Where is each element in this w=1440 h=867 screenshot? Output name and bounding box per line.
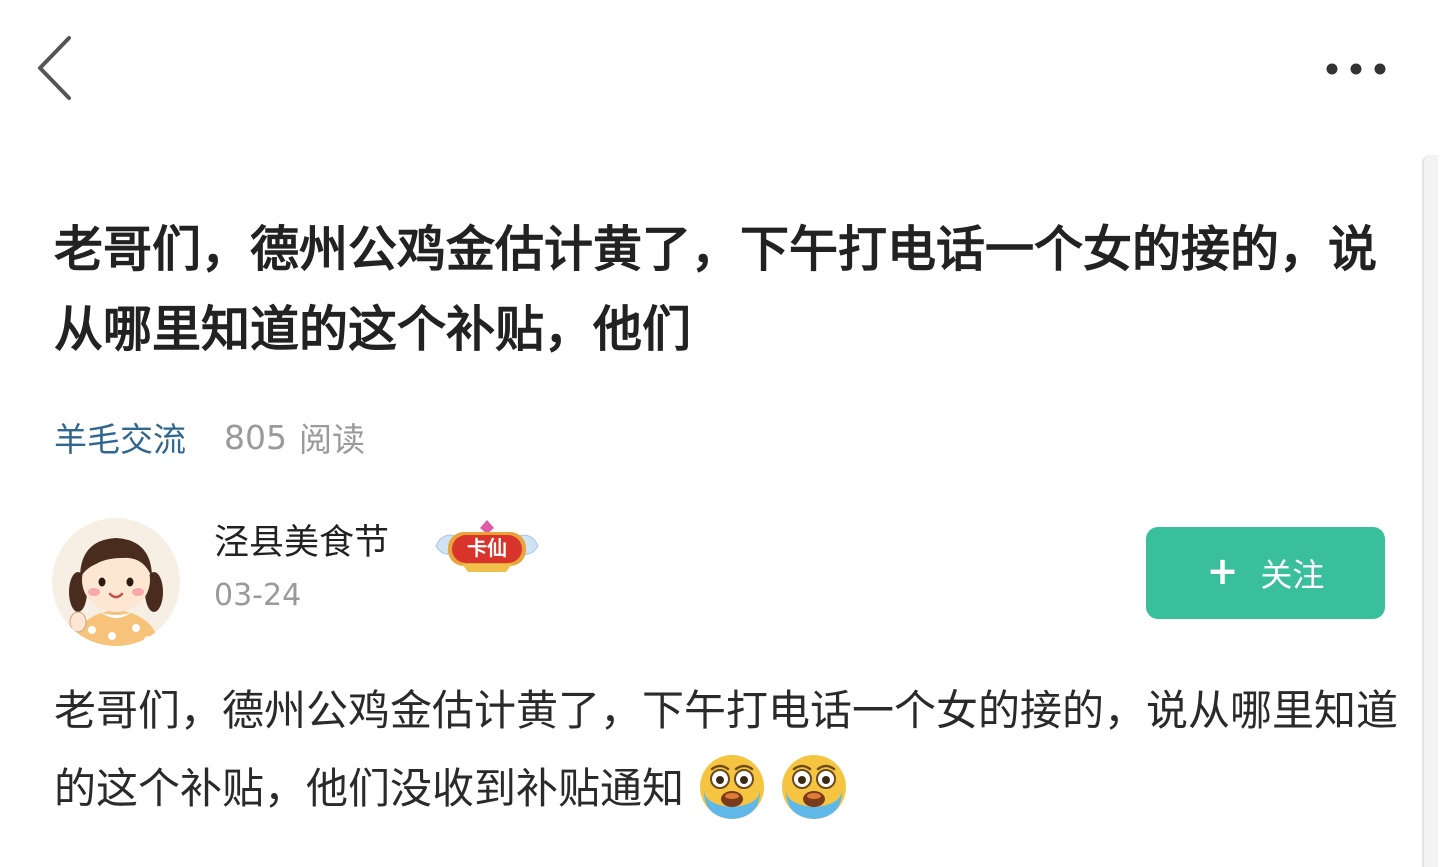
post-title: 老哥们，德州公鸡金估计黄了，下午打电话一个女的接的，说从哪里知道的这个补贴，他们 (54, 221, 1378, 358)
cartoon-girl-avatar-icon (52, 518, 180, 646)
level-badge: 卡仙 (432, 518, 542, 576)
more-options-button[interactable] (1316, 50, 1396, 88)
follow-label: 关注 (1260, 556, 1325, 594)
crying-emoji-icon (700, 754, 765, 819)
scrollbar[interactable] (1422, 155, 1438, 867)
more-horizontal-icon (1326, 63, 1386, 75)
author-name[interactable]: 泾县美食节 (214, 514, 389, 565)
read-label: 阅读 (299, 420, 365, 459)
post-date: 03-24 (214, 578, 302, 613)
badge-label: 卡仙 (467, 536, 507, 560)
crying-emoji-icon (782, 754, 847, 819)
category-link[interactable]: 羊毛交流 (54, 413, 186, 461)
plus-icon: + (1206, 549, 1239, 593)
avatar[interactable] (52, 518, 180, 646)
back-button[interactable] (30, 30, 80, 106)
post-body: 老哥们，德州公鸡金估计黄了，下午打电话一个女的接的，说从哪里知道的这个补贴，他们… (54, 672, 1399, 828)
post-meta: 羊毛交流 805 阅读 (54, 414, 365, 460)
read-count: 805 (224, 417, 287, 457)
follow-button[interactable]: + 关注 (1146, 527, 1385, 619)
chevron-left-icon (38, 36, 71, 100)
